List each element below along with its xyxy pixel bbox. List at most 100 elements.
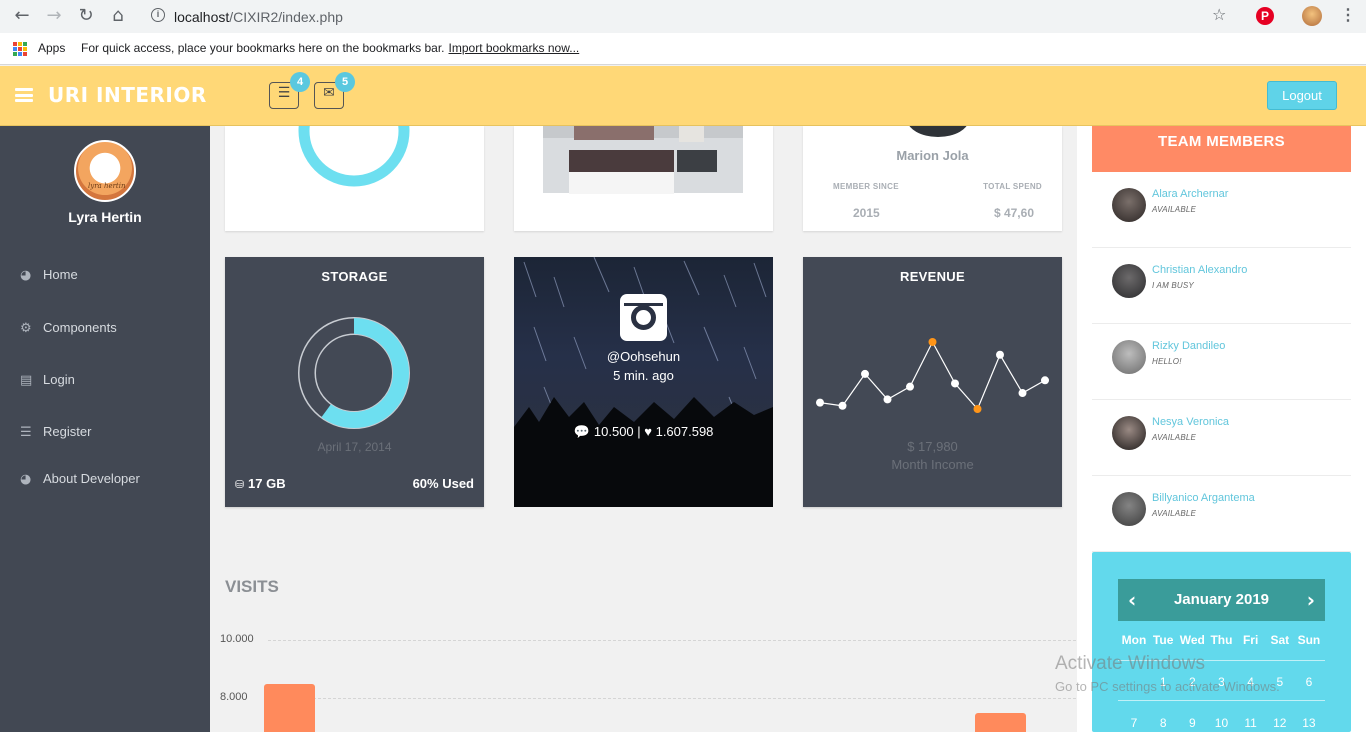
comment-icon: 💬 [573, 425, 594, 440]
calendar-day[interactable]: 7 [1120, 716, 1148, 730]
cogs-icon: ⚙ [20, 321, 32, 336]
revenue-card: REVENUE $ 17,980 Month Income [803, 257, 1062, 507]
sparkline-point [1041, 376, 1049, 385]
dashboard-icon: ◕ [20, 268, 32, 283]
sidebar-item-label: Home [43, 267, 78, 282]
member-name[interactable]: Nesya Veronica [1152, 416, 1229, 428]
calendar-day[interactable]: 8 [1149, 716, 1177, 730]
member-avatar [1112, 416, 1146, 450]
member-status: HELLO! [1152, 357, 1182, 366]
browser-profile-avatar[interactable] [1302, 6, 1322, 26]
user-avatar[interactable]: lyra hertin [74, 140, 136, 202]
member-name[interactable]: Alara Archernar [1152, 188, 1228, 200]
team-member[interactable]: Christian Alexandro I AM BUSY [1092, 248, 1351, 324]
team-member[interactable]: Rizky Dandileo HELLO! [1092, 324, 1351, 400]
storage-used-text: 60% Used [412, 476, 474, 491]
user-name: Lyra Hertin [68, 209, 142, 225]
logout-button[interactable]: Logout [1267, 81, 1337, 110]
customer-profile-card: Marion Jola MEMBER SINCE TOTAL SPEND 201… [803, 126, 1062, 231]
sparkline-point [996, 350, 1004, 359]
calendar-day[interactable]: 10 [1207, 716, 1235, 730]
sidebar-item-label: Register [43, 424, 92, 439]
team-member[interactable]: Nesya Veronica AVAILABLE [1092, 400, 1351, 476]
weekday-label: Sat [1270, 633, 1290, 647]
pinterest-extension-icon[interactable]: P [1256, 7, 1274, 25]
y-tick-label: 10.000 [220, 633, 254, 645]
sidebar-item-login[interactable]: ▤ Login [20, 372, 75, 390]
sparkline-point [816, 398, 824, 407]
mail-button[interactable]: ✉ 5 [314, 72, 355, 109]
instagram-card[interactable]: @Oohsehun 5 min. ago 💬 10.500 | ♥ 1.607.… [514, 257, 773, 507]
list-icon: ☰ [20, 425, 32, 440]
bookmark-star-icon[interactable]: ☆ [1212, 5, 1226, 24]
calendar-week: 7 8 9 10 11 12 13 [1118, 716, 1325, 730]
visits-bar[interactable] [975, 713, 1026, 732]
member-status: I AM BUSY [1152, 281, 1194, 290]
total-spend-value: $ 47,60 [993, 206, 1034, 220]
revenue-amount: $ 17,980 [907, 439, 958, 454]
total-spend-label: TOTAL SPEND [983, 182, 1042, 191]
grid-line [268, 640, 1076, 641]
sidebar-item-label: About Developer [43, 471, 140, 486]
team-member[interactable]: Alara Archernar AVAILABLE [1092, 172, 1351, 248]
forward-icon[interactable]: → [44, 6, 64, 26]
browser-menu-icon[interactable]: ⋮ [1340, 5, 1356, 25]
team-members-title: TEAM MEMBERS [1092, 126, 1351, 172]
book-icon: ▤ [20, 373, 33, 388]
brand-title[interactable]: URI INTERIOR [48, 83, 207, 107]
weekday-label: Wed [1179, 633, 1205, 647]
chevron-right-icon[interactable]: › [1307, 588, 1315, 612]
calendar-day[interactable]: 6 [1295, 675, 1323, 689]
calendar-day[interactable]: 12 [1266, 716, 1294, 730]
sidebar-item-label: Components [43, 320, 117, 335]
revenue-label: Month Income [891, 457, 974, 472]
member-name[interactable]: Billyanico Argantema [1152, 492, 1255, 504]
member-status: AVAILABLE [1152, 433, 1197, 442]
team-member[interactable]: Billyanico Argantema AVAILABLE [1092, 476, 1351, 552]
menu-toggle-icon[interactable] [15, 88, 33, 102]
url-text[interactable]: localhost/CIXIR2/index.php [174, 9, 343, 25]
sidebar-item-register[interactable]: ☰ Register [20, 424, 91, 442]
sparkline-point [883, 395, 892, 404]
calendar-day[interactable]: 13 [1295, 716, 1323, 730]
sparkline-point [928, 338, 937, 346]
member-avatar [1112, 264, 1146, 298]
sidebar-item-about-developer[interactable]: ◕ About Developer [20, 471, 140, 489]
y-tick-label: 8.000 [220, 691, 248, 703]
customer-name: Marion Jola [896, 148, 969, 163]
mail-badge: 5 [335, 72, 355, 92]
calendar-day[interactable]: 9 [1178, 716, 1206, 730]
post-stats: 💬 10.500 | ♥ 1.607.598 [573, 424, 714, 440]
import-bookmarks-link[interactable]: Import bookmarks now... [449, 41, 580, 55]
weekday-label: Thu [1210, 633, 1233, 647]
member-avatar [1112, 340, 1146, 374]
address-bar[interactable]: i localhost/CIXIR2/index.php [140, 4, 1240, 29]
calendar-weekdays: Mon Tue Wed Thu Fri Sat Sun [1118, 633, 1325, 647]
grid-line [268, 698, 1076, 699]
weekday-label: Mon [1121, 633, 1147, 647]
member-name[interactable]: Christian Alexandro [1152, 264, 1247, 276]
reload-icon[interactable]: ↻ [76, 6, 96, 26]
instagram-icon [620, 294, 667, 341]
sidebar-item-label: Login [43, 372, 75, 387]
apps-link[interactable]: Apps [38, 41, 65, 55]
sidebar-item-home[interactable]: ◕ Home [20, 267, 78, 285]
weekday-label: Tue [1152, 633, 1174, 647]
apps-grid-icon[interactable] [13, 42, 27, 56]
browser-toolbar: ← → ↻ ⌂ i localhost/CIXIR2/index.php ☆ P… [0, 0, 1366, 33]
calendar-day[interactable]: 11 [1237, 716, 1265, 730]
instagram-handle[interactable]: @Oohsehun [514, 349, 773, 364]
tasks-button[interactable]: ☰ 4 [269, 72, 310, 109]
visits-bar[interactable] [264, 684, 315, 732]
site-info-icon[interactable]: i [151, 8, 165, 22]
home-icon[interactable]: ⌂ [108, 6, 128, 26]
bedroom-photo [543, 126, 743, 194]
calendar-header: ‹ January 2019 › [1118, 579, 1325, 621]
back-icon[interactable]: ← [12, 6, 32, 26]
member-name[interactable]: Rizky Dandileo [1152, 340, 1225, 352]
avatar-caption: lyra hertin [88, 182, 126, 190]
sidebar-item-components[interactable]: ⚙ Components [20, 320, 117, 338]
interior-photo-card [514, 126, 773, 231]
donut-card [225, 126, 484, 231]
sparkline-point [906, 382, 914, 391]
